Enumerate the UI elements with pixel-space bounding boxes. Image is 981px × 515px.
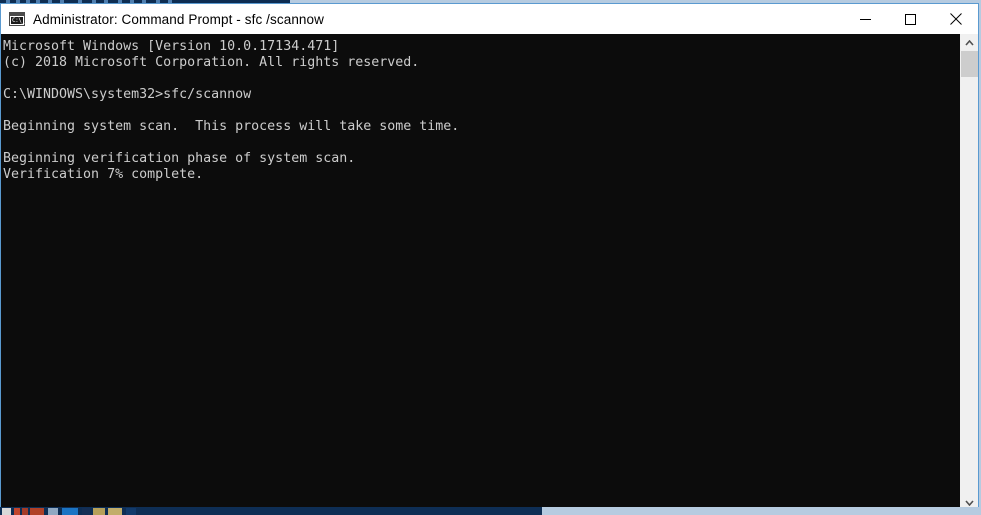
taskbar-strip[interactable] [0,507,542,515]
taskbar-icon[interactable] [93,508,105,515]
vertical-scrollbar[interactable] [960,34,978,511]
taskbar-icon[interactable] [48,508,58,515]
minimize-button[interactable] [843,4,888,34]
console-line: Microsoft Windows [Version 10.0.17134.47… [3,39,340,54]
taskbar[interactable] [0,507,981,515]
console-line: Beginning system scan. This process will… [3,119,460,134]
taskbar-icon[interactable] [126,508,136,515]
taskbar-icon[interactable] [2,508,11,515]
taskbar-icon[interactable] [108,508,122,515]
taskbar-icon[interactable] [14,508,20,515]
taskbar-icon[interactable] [62,508,78,515]
scrollbar-track[interactable] [961,51,978,494]
close-button[interactable] [933,4,978,34]
console-line: Verification 7% complete. [3,167,204,182]
chevron-up-icon [965,39,974,46]
title-bar[interactable]: C:\_ Administrator: Command Prompt - sfc… [1,4,978,34]
console-icon: C:\_ [9,12,25,26]
maximize-icon [905,13,916,25]
command-prompt-window[interactable]: C:\_ Administrator: Command Prompt - sfc… [0,3,979,512]
chevron-down-icon [965,499,974,506]
scroll-up-button[interactable] [961,34,978,51]
window-controls [843,4,978,34]
console-line: C:\WINDOWS\system32>sfc/scannow [3,87,252,102]
window-title: Administrator: Command Prompt - sfc /sca… [33,11,324,27]
console-icon-prompt-text: C:\_ [11,17,25,24]
close-icon [949,13,962,25]
console-line: (c) 2018 Microsoft Corporation. All righ… [3,55,420,70]
maximize-button[interactable] [888,4,933,34]
taskbar-icon[interactable] [82,508,90,515]
console-body[interactable]: Microsoft Windows [Version 10.0.17134.47… [1,34,978,511]
taskbar-icon[interactable] [30,508,44,515]
console-line: Beginning verification phase of system s… [3,151,356,166]
console-output-text[interactable]: Microsoft Windows [Version 10.0.17134.47… [1,34,960,511]
taskbar-icon[interactable] [22,508,28,515]
scrollbar-thumb[interactable] [961,51,978,77]
minimize-icon [860,18,871,20]
